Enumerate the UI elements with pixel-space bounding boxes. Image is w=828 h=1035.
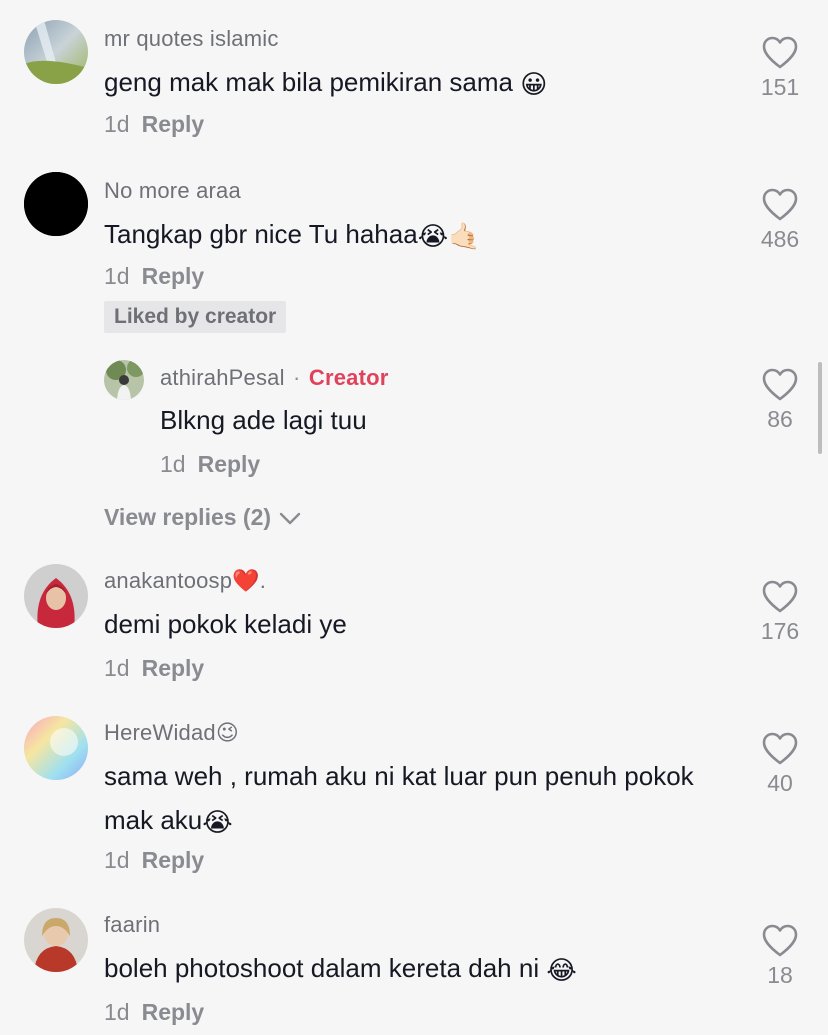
heart-outline-icon [762, 580, 798, 613]
winking-face-icon: 😉 [215, 720, 239, 745]
portrait-avatar-icon [24, 908, 88, 972]
comment-age: 1d [104, 111, 130, 137]
reply-button[interactable]: Reply [142, 655, 205, 681]
reply-button[interactable]: Reply [142, 111, 205, 137]
comment-text: boleh photoshoot dalam kereta dah ni 😂 [104, 946, 694, 992]
view-replies-label: View replies (2) [104, 504, 272, 530]
avatar[interactable] [104, 360, 144, 400]
comment-meta: 1d Reply [104, 847, 204, 874]
comment-age: 1d [104, 655, 130, 681]
comment-age: 1d [160, 451, 186, 477]
avatar[interactable] [24, 172, 88, 236]
like-count: 176 [760, 618, 800, 644]
comment-username[interactable]: anakantoosp❤️. [104, 568, 266, 594]
avatar[interactable] [24, 20, 88, 84]
like-button[interactable]: 151 [750, 36, 810, 101]
reply-button[interactable]: Reply [198, 451, 261, 477]
like-button[interactable]: 18 [750, 924, 810, 989]
like-count: 151 [760, 74, 800, 100]
heart-outline-icon [762, 188, 798, 221]
like-count: 86 [767, 406, 793, 432]
heart-outline-icon [762, 368, 798, 401]
comment-meta: 1d Reply [104, 263, 204, 290]
comment-age: 1d [104, 999, 130, 1025]
scrollbar[interactable] [818, 362, 822, 454]
like-count: 40 [767, 770, 793, 796]
liked-by-creator-badge: Liked by creator [104, 301, 287, 333]
comment-text: demi pokok keladi ye [104, 609, 347, 639]
red-heart-icon: ❤️. [232, 568, 267, 593]
like-button[interactable]: 486 [750, 188, 810, 253]
like-button[interactable]: 40 [750, 732, 810, 797]
like-count: 18 [767, 962, 793, 988]
heart-outline-icon [762, 732, 798, 765]
comment-age: 1d [104, 847, 130, 873]
reply-text: Blkng ade lagi tuu [160, 405, 367, 435]
reply-username[interactable]: athirahPesal · Creator [160, 365, 389, 391]
comment-text: geng mak mak bila pemikiran sama 😀 [104, 60, 694, 106]
reply-button[interactable]: Reply [142, 263, 205, 289]
comment-username[interactable]: HereWidad😉 [104, 720, 239, 746]
creator-label: Creator [308, 365, 389, 390]
outdoor-portrait-avatar-icon [104, 360, 144, 400]
black-circle-avatar-icon [24, 172, 88, 236]
separator-dot: · [293, 365, 301, 390]
comment-meta: 1d Reply [104, 999, 204, 1026]
like-button[interactable]: 176 [750, 580, 810, 645]
avatar[interactable] [24, 716, 88, 780]
reply-button[interactable]: Reply [142, 847, 205, 873]
avatar[interactable] [24, 908, 88, 972]
comment-meta: 1d Reply [104, 111, 204, 138]
comment-text: sama weh , rumah aku ni kat luar pun pen… [104, 754, 694, 844]
comment-meta: 1d Reply [104, 655, 204, 682]
comment-username[interactable]: mr quotes islamic [104, 26, 279, 52]
hijab-portrait-avatar-icon [24, 564, 88, 628]
comment-username[interactable]: faarin [104, 912, 160, 938]
comment-text: Tangkap gbr nice Tu hahaa😭🤙🏻 [104, 212, 694, 258]
like-count: 486 [760, 226, 800, 252]
avatar[interactable] [24, 564, 88, 628]
view-replies-button[interactable]: View replies (2) [104, 504, 301, 531]
comment-age: 1d [104, 263, 130, 289]
crying-face-call-me-hand-icon: 😭🤙🏻 [417, 221, 481, 252]
like-button[interactable]: 86 [750, 368, 810, 433]
crying-face-icon: 😭 [202, 807, 233, 838]
reply-meta: 1d Reply [160, 451, 260, 478]
tears-of-joy-icon: 😂 [546, 955, 577, 986]
heart-outline-icon [762, 924, 798, 957]
reply-button[interactable]: Reply [142, 999, 205, 1025]
heart-outline-icon [762, 36, 798, 69]
grinning-face-icon: 😀 [520, 69, 548, 100]
gradient-avatar-icon [24, 716, 88, 780]
comment-username[interactable]: No more araa [104, 178, 241, 204]
waterfall-avatar-icon [24, 20, 88, 84]
chevron-down-icon [280, 512, 301, 525]
